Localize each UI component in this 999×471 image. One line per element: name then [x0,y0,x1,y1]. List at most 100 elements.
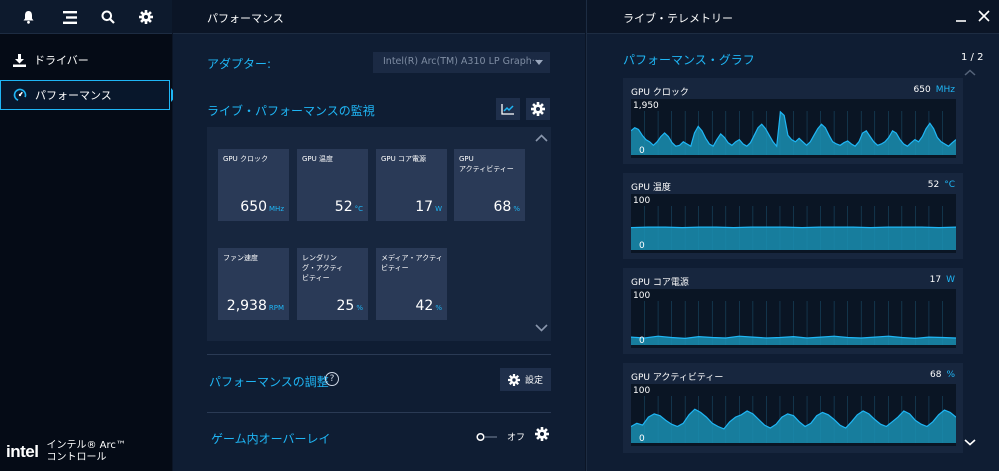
gear-icon[interactable] [535,427,550,442]
metric-label: GPU クロック [223,155,268,163]
metric-value: 42 [415,298,434,314]
metric-unit: % [435,304,442,312]
metric-unit: MHz [269,205,284,213]
graph-unit: W [946,275,955,285]
sidebar-item-driver[interactable]: ドライバー [0,45,170,75]
graph-svg [631,396,956,443]
settings-label: 設定 [524,376,543,386]
y-min-label: 0 [639,241,645,251]
chart-view-button[interactable] [496,98,520,120]
telemetry-title: ライブ・テレメトリー [623,12,733,25]
sidebar-item-label: パフォーマンス [35,89,112,102]
chevron-down-icon[interactable] [535,60,543,65]
metric-label: GPU 温度 [302,155,333,163]
intel-logo: intel [6,442,39,461]
metric-tile[interactable]: メディア・アクティ ビティー 42% [376,248,447,320]
metric-unit: % [513,205,520,213]
graph-card-gpu-temp: GPU 温度 52 °C 100 0 [623,173,963,259]
brand-subtitle: コントロール [46,452,107,463]
metric-value: 25 [336,298,355,314]
line-chart-icon [501,104,514,115]
page-indicator: 1 / 2 [961,52,984,63]
page-title: パフォーマンス [173,0,585,34]
metric-unit: °C [354,205,363,213]
sidebar-item-performance[interactable]: パフォーマンス [0,80,170,110]
monitor-settings-button[interactable] [526,98,550,120]
graph-name: GPU クロック [631,88,689,98]
metric-tile[interactable]: GPU アクティビティー 68% [454,149,525,221]
y-max-label: 100 [633,291,651,301]
menu-icon[interactable] [61,8,79,26]
y-min-label: 0 [639,336,645,346]
gauge-icon [11,86,29,104]
graph-value: 650 [913,85,931,95]
telemetry-panel: ライブ・テレメトリー パフォーマンス・グラフ 1 / 2 GPU クロック 65… [586,0,999,471]
chevron-up-icon[interactable] [534,133,548,143]
chevron-down-icon[interactable] [963,437,977,447]
metric-label: GPU コア電源 [381,155,426,163]
y-max-label: 100 [633,386,651,396]
close-icon[interactable] [978,10,990,22]
graph-plot: 100 0 [631,194,956,253]
graph-plot: 100 0 [631,289,956,348]
chevron-up-icon[interactable] [963,67,977,77]
gear-icon[interactable] [137,8,155,26]
graph-value: 17 [929,275,942,285]
adapter-label: アダプター: [207,57,272,71]
metric-value: 2,938 [226,298,267,314]
graph-svg [631,206,956,250]
graph-unit: MHz [935,85,955,95]
search-icon[interactable] [99,8,117,26]
bell-icon[interactable] [19,8,37,26]
y-max-label: 100 [633,196,651,206]
graph-card-gpu-clock: GPU クロック 650 MHz 1,950 0 [623,78,963,164]
sidebar-item-label: ドライバー [34,54,89,67]
metric-tile[interactable]: GPU クロック 650 MHz [218,149,289,221]
metric-tile[interactable]: レンダリン グ・アクティ ビティー 25% [297,248,368,320]
graph-plot: 1,950 0 [631,99,956,158]
brand-name: インテル® Arc™ [46,440,126,451]
graph-unit: °C [944,180,955,190]
help-icon[interactable]: ? [325,372,339,386]
metric-unit: W [435,205,442,213]
gear-icon [531,102,545,116]
graph-card-gpu-power: GPU コア電源 17 W 100 0 [623,268,963,354]
metric-unit: % [356,304,363,312]
tuning-settings-button[interactable]: 設定 [500,368,551,391]
overlay-toggle[interactable] [476,432,498,442]
tuning-title: パフォーマンスの調整 [209,375,329,389]
graph-svg [631,110,956,155]
minimize-icon[interactable] [955,10,967,22]
divider [207,412,551,413]
metric-unit: RPM [268,304,284,312]
toggle-state: オフ [507,433,526,443]
metric-label: メディア・アクティ ビティー [381,254,443,272]
graph-section-title: パフォーマンス・グラフ [623,53,755,67]
metric-label: GPU アクティビティー [459,155,514,173]
metric-tile[interactable]: GPU コア電源 17 W [376,149,447,221]
graph-name: GPU コア電源 [631,278,689,288]
graph-line [631,226,956,229]
metric-tile[interactable]: GPU 温度 52 °C [297,149,368,221]
metric-label: ファン速度 [223,254,258,262]
metric-value: 52 [334,199,353,215]
graph-card-gpu-activity: GPU アクティビティー 68% 100 0 [623,363,963,453]
metric-value: 68 [493,199,512,215]
y-max-label: 1,950 [633,101,659,111]
y-min-label: 0 [639,146,645,156]
metric-tile[interactable]: ファン速度 2,938 RPM [218,248,289,320]
download-icon [10,51,28,69]
metric-value: 17 [415,199,434,215]
graph-unit: % [946,370,955,380]
adapter-select[interactable]: Intel(R) Arc(TM) A310 LP Graph··· [373,52,550,73]
y-min-label: 0 [639,434,645,444]
overlay-title: ゲーム内オーバーレイ [211,432,331,446]
chevron-down-icon[interactable] [534,323,548,333]
graph-value: 52 [927,180,940,190]
graph-name: GPU アクティビティー [631,373,724,383]
gear-icon [507,373,520,386]
graph-value: 68 [929,370,942,380]
brand: intel インテル® Arc™ コントロール [6,440,126,464]
metrics-panel: GPU クロック 650 MHz GPU 温度 52 °C GPU コア電源 17 W… [207,127,551,341]
graph-svg [631,301,956,345]
